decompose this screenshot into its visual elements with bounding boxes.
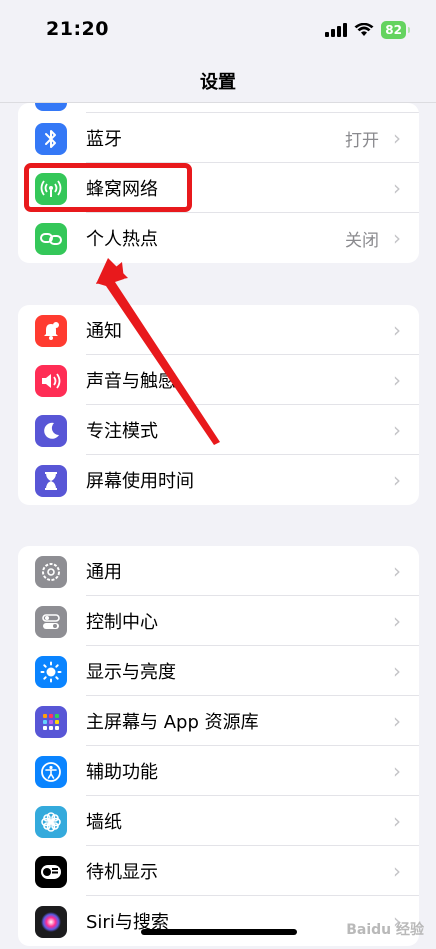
settings-row-sounds-haptics[interactable]: 声音与触感 › (18, 355, 419, 405)
toggles-icon (35, 606, 67, 638)
home-grid-icon (35, 706, 67, 738)
partial-icon (35, 103, 67, 111)
chevron-right-icon: › (393, 318, 401, 342)
settings-row-value: 打开 (345, 130, 379, 151)
settings-row-label: 墙纸 (86, 812, 122, 833)
chevron-right-icon: › (393, 809, 401, 833)
chevron-right-icon: › (393, 126, 401, 150)
list-item-partial[interactable] (18, 103, 419, 113)
hotspot-chain-icon (35, 223, 67, 255)
settings-row-accessibility[interactable]: 辅助功能 › (18, 746, 419, 796)
settings-group-notifications: 通知 › 声音与触感 › 专注模式 › 屏幕使用时间 › (18, 305, 419, 505)
chevron-right-icon: › (393, 559, 401, 583)
chevron-right-icon: › (393, 659, 401, 683)
status-time: 21:20 (46, 18, 109, 40)
standby-icon (35, 856, 67, 888)
chevron-right-icon: › (393, 468, 401, 492)
flower-icon (35, 806, 67, 838)
bell-icon (35, 315, 67, 347)
settings-row-wallpaper[interactable]: 墙纸 › (18, 796, 419, 846)
chevron-right-icon: › (393, 859, 401, 883)
settings-row-display-brightness[interactable]: 显示与亮度 › (18, 646, 419, 696)
settings-row-label: 主屏幕与 App 资源库 (86, 712, 259, 733)
bluetooth-icon (35, 123, 67, 155)
home-indicator[interactable] (141, 929, 297, 935)
sun-icon (35, 656, 67, 688)
settings-row-standby[interactable]: 待机显示 › (18, 846, 419, 896)
chevron-right-icon: › (393, 226, 401, 250)
settings-row-focus[interactable]: 专注模式 › (18, 405, 419, 455)
settings-row-label: 个人热点 (86, 229, 158, 250)
settings-row-label: 待机显示 (86, 862, 158, 883)
chevron-right-icon: › (393, 176, 401, 200)
settings-row-label: 显示与亮度 (86, 662, 176, 683)
battery-indicator: 82 (381, 21, 410, 39)
hourglass-icon (35, 465, 67, 497)
moon-icon (35, 415, 67, 447)
page-title: 设置 (200, 72, 236, 93)
gear-icon (35, 556, 67, 588)
settings-row-label: 通知 (86, 321, 122, 342)
settings-row-home-screen-app-library[interactable]: 主屏幕与 App 资源库 › (18, 696, 419, 746)
speaker-icon (35, 365, 67, 397)
settings-row-screen-time[interactable]: 屏幕使用时间 › (18, 455, 419, 505)
chevron-right-icon: › (393, 759, 401, 783)
signal-icon (325, 23, 348, 37)
settings-group-general: 通用 › 控制中心 › 显示与亮度 › 主屏幕与 App 资源库 › 辅助功能 … (18, 546, 419, 946)
watermark: Baidu 经验 (346, 922, 424, 938)
settings-row-label: 通用 (86, 562, 122, 583)
settings-row-label: 声音与触感 (86, 371, 176, 392)
chevron-right-icon: › (393, 418, 401, 442)
battery-level: 82 (385, 23, 402, 37)
siri-icon (35, 906, 67, 938)
chevron-right-icon: › (393, 368, 401, 392)
wifi-icon (354, 23, 374, 36)
settings-row-bluetooth[interactable]: 蓝牙 打开 › (18, 113, 419, 163)
chevron-right-icon: › (393, 609, 401, 633)
navigation-bar: 设置 (0, 60, 436, 103)
settings-row-notifications[interactable]: 通知 › (18, 305, 419, 355)
status-icons: 82 (325, 21, 410, 39)
settings-row-control-center[interactable]: 控制中心 › (18, 596, 419, 646)
settings-row-value: 关闭 (345, 230, 379, 251)
settings-row-label: 屏幕使用时间 (86, 471, 194, 492)
accessibility-icon (35, 756, 67, 788)
settings-row-personal-hotspot[interactable]: 个人热点 关闭 › (18, 213, 419, 263)
settings-row-label: 蓝牙 (86, 129, 122, 150)
status-bar: 21:20 82 (0, 0, 436, 60)
annotation-highlight-box (24, 163, 192, 212)
settings-row-general[interactable]: 通用 › (18, 546, 419, 596)
settings-row-label: 辅助功能 (86, 762, 158, 783)
chevron-right-icon: › (393, 709, 401, 733)
settings-row-label: 控制中心 (86, 612, 158, 633)
settings-row-label: 专注模式 (86, 421, 158, 442)
